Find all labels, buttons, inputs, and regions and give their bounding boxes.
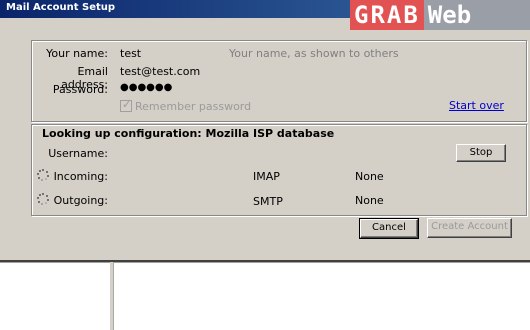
window-title: Mail Account Setup — [6, 2, 116, 13]
remember-password-checkbox[interactable] — [120, 98, 132, 112]
remember-password-label: Remember password — [135, 100, 252, 113]
watermark-text-b: Web — [423, 0, 530, 30]
username-label: Username: — [48, 147, 108, 160]
outgoing-security: None — [355, 194, 384, 207]
name-label: Your name: — [46, 47, 108, 60]
incoming-security: None — [355, 170, 384, 183]
password-label: Password: — [52, 83, 108, 96]
incoming-label: Incoming: — [53, 170, 108, 183]
incoming-protocol: IMAP — [253, 170, 280, 183]
outgoing-protocol: SMTP — [253, 195, 283, 208]
create-account-button[interactable]: Create Account — [427, 218, 512, 238]
background-pane-divider[interactable] — [110, 262, 114, 330]
name-field[interactable]: test — [120, 47, 141, 60]
mail-account-setup-dialog: Mail Account Setup GRAB Web Your name: t… — [0, 0, 530, 262]
cancel-button[interactable]: Cancel — [359, 218, 419, 239]
name-hint: Your name, as shown to others — [229, 47, 399, 60]
start-over-link[interactable]: Start over — [449, 99, 504, 112]
outgoing-label: Outgoing: — [53, 194, 108, 207]
background-separator — [0, 262, 530, 263]
watermark-text-a: GRAB — [350, 0, 424, 30]
lookup-heading: Looking up configuration: Mozilla ISP da… — [42, 127, 335, 140]
grabweb-watermark: GRAB Web — [350, 0, 530, 30]
password-field[interactable]: ●●●●●● — [120, 82, 172, 93]
stop-button[interactable]: Stop — [456, 144, 506, 162]
email-field[interactable]: test@test.com — [120, 65, 200, 78]
